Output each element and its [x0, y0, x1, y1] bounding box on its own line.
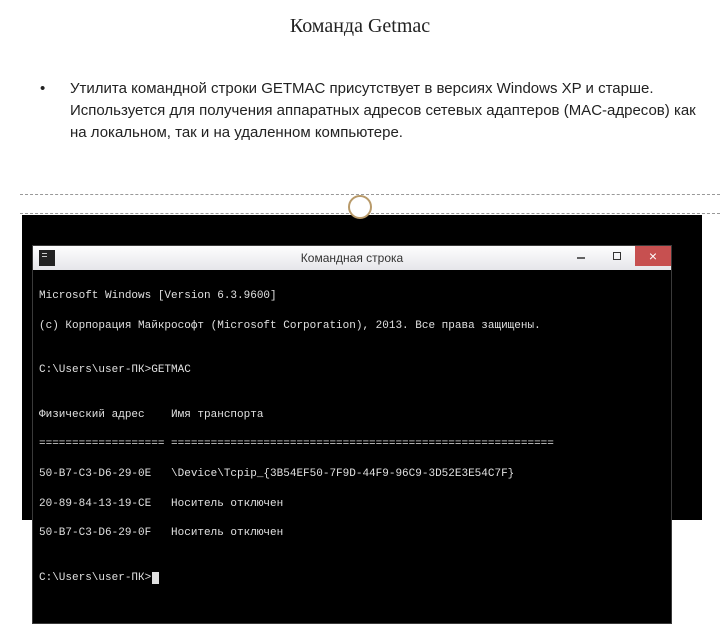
- maximize-button[interactable]: [599, 246, 635, 266]
- term-line: 50-B7-C3-D6-29-0E \Device\Tcpip_{3B54EF5…: [39, 467, 665, 482]
- term-line: 20-89-84-13-19-CE Носитель отключен: [39, 497, 665, 512]
- terminal-window: Командная строка × Microsoft Windows [Ve…: [32, 245, 672, 624]
- term-line: C:\Users\user-ПК>GETMAC: [39, 363, 665, 378]
- terminal-background: Командная строка × Microsoft Windows [Ve…: [22, 215, 702, 520]
- slide: Команда Getmac Утилита командной строки …: [0, 0, 720, 540]
- cursor: [152, 572, 159, 584]
- minimize-button[interactable]: [563, 246, 599, 266]
- term-prompt-line: C:\Users\user-ПК>: [39, 571, 665, 586]
- close-icon: ×: [649, 246, 657, 266]
- term-line: Microsoft Windows [Version 6.3.9600]: [39, 289, 665, 304]
- term-line: =================== ====================…: [39, 437, 665, 452]
- window-controls: ×: [563, 246, 671, 270]
- circle-decoration: [348, 195, 372, 219]
- slide-title: Команда Getmac: [20, 15, 700, 38]
- terminal-titlebar: Командная строка ×: [33, 246, 671, 270]
- term-prompt: C:\Users\user-ПК>: [39, 572, 151, 584]
- description-item: Утилита командной строки GETMAC присутст…: [50, 78, 700, 143]
- divider-line-top: [20, 194, 720, 195]
- term-line: Физический адрес Имя транспорта: [39, 408, 665, 423]
- minimize-icon: [576, 251, 586, 261]
- terminal-body[interactable]: Microsoft Windows [Version 6.3.9600] (c)…: [33, 270, 671, 623]
- term-line: (c) Корпорация Майкрософт (Microsoft Cor…: [39, 319, 665, 334]
- close-button[interactable]: ×: [635, 246, 671, 266]
- term-line: 50-B7-C3-D6-29-0F Носитель отключен: [39, 526, 665, 541]
- maximize-icon: [612, 251, 622, 261]
- description-list: Утилита командной строки GETMAC присутст…: [20, 78, 700, 143]
